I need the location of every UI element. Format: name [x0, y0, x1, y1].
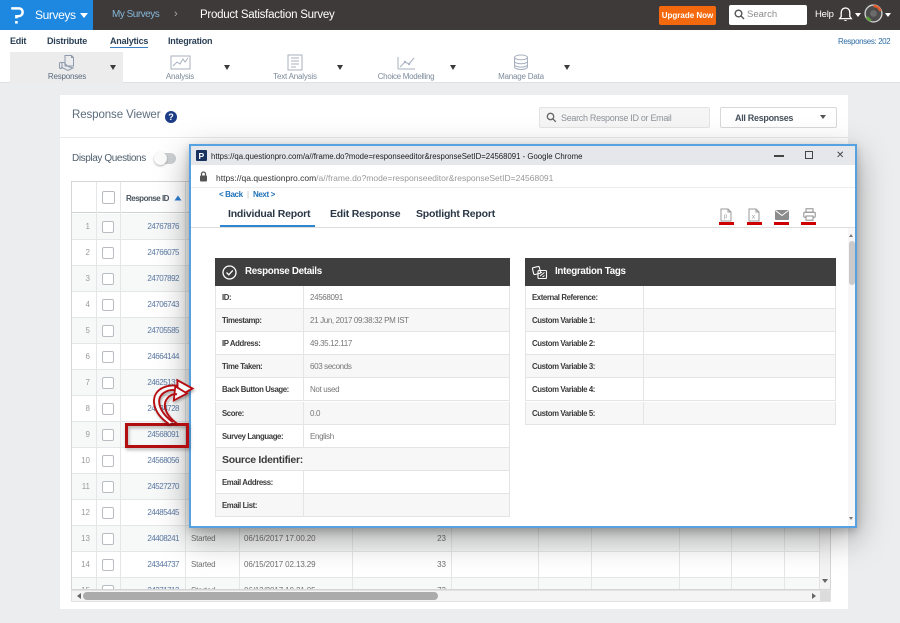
- svg-text:p: p: [724, 214, 728, 220]
- svg-text:?: ?: [168, 112, 174, 122]
- svg-text:x: x: [752, 214, 756, 221]
